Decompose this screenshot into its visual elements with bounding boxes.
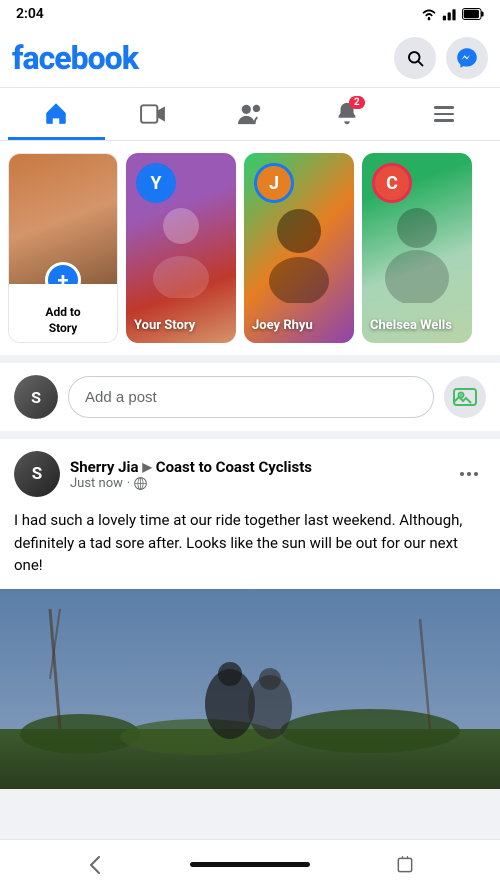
status-icons: [420, 7, 484, 21]
add-post-label: Add a post: [85, 389, 157, 406]
home-icon: [43, 100, 69, 126]
joey-story-avatar: J: [254, 163, 294, 203]
post-time: Just now: [70, 476, 123, 491]
bottom-nav: [0, 839, 500, 889]
add-story-label-area: Add toStory: [9, 284, 117, 343]
post-direction-arrow: ▶: [143, 460, 152, 474]
post-user-info-1: Sherry Jia ▶ Coast to Coast Cyclists Jus…: [70, 458, 442, 491]
add-story-image: +: [9, 154, 117, 284]
post-user-avatar-1: S: [14, 451, 60, 497]
friends-icon: [236, 102, 264, 126]
search-icon: [406, 49, 424, 67]
tab-friends[interactable]: [202, 88, 299, 140]
post-create-avatar: S: [14, 375, 58, 419]
post-text-1: I had such a lovely time at our ride tog…: [0, 509, 500, 589]
post-header-1: S Sherry Jia ▶ Coast to Coast Cyclists J…: [0, 439, 500, 509]
stories-scroll: + Add toStory Y Your Story: [8, 153, 492, 343]
tab-menu[interactable]: [395, 88, 492, 140]
chelsea-story-person: [377, 193, 457, 303]
add-story-card[interactable]: + Add toStory: [8, 153, 118, 343]
back-button[interactable]: [0, 840, 190, 889]
globe-icon: [134, 477, 147, 490]
status-bar: 2:04: [0, 0, 500, 28]
search-button[interactable]: [394, 37, 436, 79]
photo-icon: [453, 386, 477, 408]
your-story-avatar: Y: [136, 163, 176, 203]
tab-notifications[interactable]: 2: [298, 88, 395, 140]
signal-icon: [442, 7, 458, 21]
rotate-button[interactable]: [310, 840, 500, 889]
messenger-button[interactable]: [446, 37, 488, 79]
menu-icon: [434, 106, 454, 122]
status-time: 2:04: [16, 6, 44, 22]
battery-icon: [462, 8, 484, 20]
home-indicator[interactable]: [190, 862, 310, 867]
post-meta-dot: ·: [127, 476, 130, 491]
tab-video[interactable]: [105, 88, 202, 140]
header-actions: [394, 37, 488, 79]
video-icon: [140, 103, 166, 125]
post-create-section: S Add a post: [0, 363, 500, 431]
add-post-button[interactable]: Add a post: [68, 376, 434, 418]
your-story-label: Your Story: [134, 318, 228, 333]
joey-story-person: [259, 193, 339, 303]
nav-tabs: 2: [0, 88, 500, 141]
chelsea-story-avatar: C: [372, 163, 412, 203]
your-story-person: [146, 198, 216, 298]
wifi-icon: [420, 7, 438, 21]
tab-home[interactable]: [8, 88, 105, 140]
notification-badge: 2: [349, 96, 365, 109]
rotate-icon: [395, 855, 415, 875]
joey-story-label: Joey Rhyu: [252, 318, 346, 333]
post-group: Coast to Coast Cyclists: [156, 458, 312, 476]
stories-section: + Add toStory Y Your Story: [0, 141, 500, 355]
post-more-button[interactable]: [452, 468, 486, 480]
post-meta-1: Just now ·: [70, 476, 442, 491]
back-icon: [90, 856, 100, 874]
post-photo-button[interactable]: [444, 376, 486, 418]
post-author: Sherry Jia: [70, 458, 139, 476]
header: facebook: [0, 28, 500, 88]
app-logo: facebook: [12, 39, 138, 77]
your-story-card[interactable]: Y Your Story: [126, 153, 236, 343]
messenger-icon: [456, 47, 478, 69]
chelsea-story-label: Chelsea Wells: [370, 318, 464, 333]
chelsea-story-card[interactable]: C Chelsea Wells: [362, 153, 472, 343]
post-image-1: [0, 589, 500, 789]
add-story-text: Add toStory: [45, 305, 80, 336]
joey-story-card[interactable]: J Joey Rhyu: [244, 153, 354, 343]
feed-post-1: S Sherry Jia ▶ Coast to Coast Cyclists J…: [0, 439, 500, 789]
post-user-name-1: Sherry Jia ▶ Coast to Coast Cyclists: [70, 458, 442, 476]
post-image-svg: [0, 589, 500, 789]
